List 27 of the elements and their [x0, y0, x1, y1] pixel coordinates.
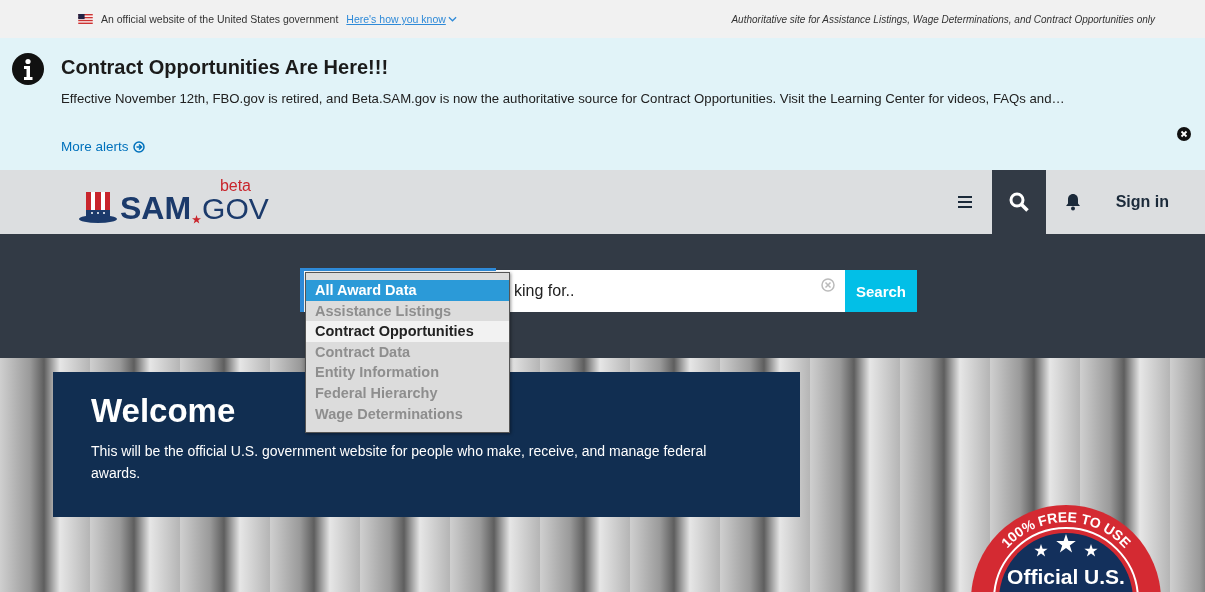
chevron-down-icon	[447, 16, 457, 22]
tagline: Authoritative site for Assistance Listings, Wage Determinations, and Contract Opportunities only	[731, 13, 1155, 25]
arrow-circle-icon	[132, 140, 145, 153]
flag-icon	[78, 14, 93, 24]
hat-icon	[78, 190, 118, 224]
beta-label: beta	[219, 178, 251, 194]
sign-in-link[interactable]: Sign in	[1099, 170, 1205, 234]
bell-icon	[1064, 193, 1081, 211]
domain-option[interactable]: All Award Data	[306, 280, 509, 301]
search-toggle-button[interactable]	[991, 170, 1046, 234]
search-input[interactable]: king for..	[496, 270, 845, 312]
menu-icon	[957, 196, 972, 208]
search-button[interactable]: Search	[845, 270, 917, 312]
domain-option[interactable]: Contract Opportunities	[306, 321, 509, 342]
welcome-text: This will be the official U.S. government website for people who make, receive, and manage federal awards.	[91, 442, 708, 483]
gov-banner-text: An official website of the United States government	[101, 13, 339, 25]
welcome-title: Welcome	[91, 392, 236, 430]
close-button[interactable]	[1177, 127, 1191, 141]
alert-title: Contract Opportunities Are Here!!!	[61, 56, 390, 79]
how-you-know-link[interactable]: Here's how you know	[346, 13, 457, 25]
logo-domain: GOV	[202, 194, 269, 224]
search-icon	[1008, 192, 1029, 212]
logo-name: SAM	[120, 192, 192, 224]
info-icon	[12, 53, 44, 85]
more-alerts-link[interactable]: More alerts	[61, 139, 145, 154]
star-icon	[192, 215, 202, 224]
alert-message: Effective November 12th, FBO.gov is retired, and Beta.SAM.gov is now the authoritative source for Contract Opportunities. Visit the Learning Center for videos, FAQs and…	[61, 91, 1066, 106]
